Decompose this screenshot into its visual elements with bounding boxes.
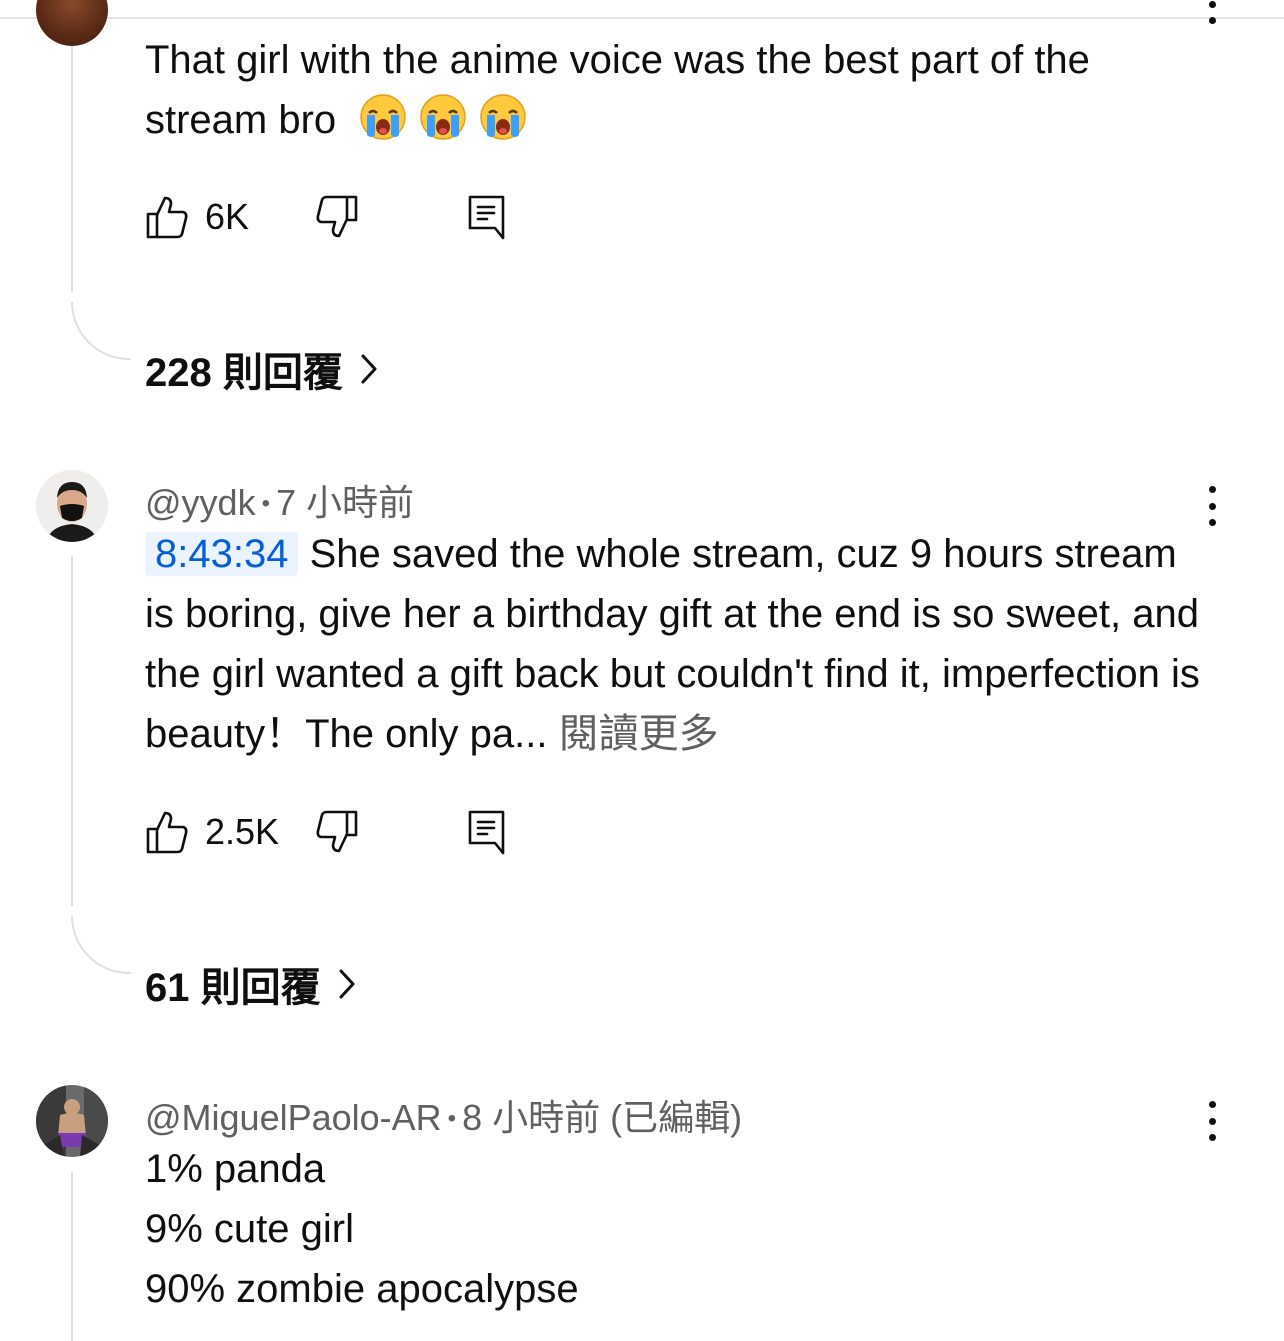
like-count: 6K xyxy=(205,196,250,237)
thread-line xyxy=(71,46,73,292)
comment-actions: 6K xyxy=(145,194,545,242)
read-more-link[interactable]: 閱讀更多 xyxy=(559,712,719,756)
like-icon[interactable] xyxy=(145,809,189,855)
replies-button[interactable]: 61 則回覆 xyxy=(145,955,357,1013)
loudly-crying-face-icon xyxy=(420,94,467,140)
comment-line: 1% panda xyxy=(145,1147,326,1191)
thread-curve xyxy=(71,916,131,974)
dislike-icon[interactable] xyxy=(315,809,359,855)
like-icon[interactable] xyxy=(145,194,189,240)
author-handle[interactable]: @yydk xyxy=(145,482,256,523)
comment-meta: @yydk • 7 小時前 xyxy=(145,474,414,526)
replies-label: 61 則回覆 xyxy=(145,966,321,1010)
replies-button[interactable]: 228 則回覆 xyxy=(145,340,379,398)
dislike-icon[interactable] xyxy=(315,194,359,240)
comment-meta: @MiguelPaolo-AR • 8 小時前 (已編輯) xyxy=(145,1089,742,1141)
more-options-icon[interactable] xyxy=(1192,486,1232,526)
comment-text: 8:43:34 She saved the whole stream, cuz … xyxy=(145,532,1200,756)
avatar[interactable] xyxy=(36,470,108,542)
thread-curve xyxy=(71,302,131,360)
comment-line: 9% cute girl xyxy=(145,1207,354,1251)
reply-icon[interactable] xyxy=(467,194,507,242)
author-handle[interactable]: @MiguelPaolo-AR xyxy=(145,1097,442,1138)
comment-text: 1% panda 9% cute girl 90% zombie apocaly… xyxy=(145,1139,1205,1319)
thread-line xyxy=(71,1172,73,1341)
comment-line: 90% zombie apocalypse xyxy=(145,1267,579,1311)
replies-label: 228 則回覆 xyxy=(145,351,343,395)
like-count: 2.5K xyxy=(205,811,280,852)
loudly-crying-face-icon xyxy=(360,94,407,140)
top-divider xyxy=(0,17,1284,19)
reply-icon[interactable] xyxy=(467,809,507,857)
chevron-right-icon xyxy=(339,969,355,999)
comment-time: 7 小時前 xyxy=(275,482,415,523)
avatar[interactable] xyxy=(36,1085,108,1157)
comment-time: 8 小時前 (已編輯) xyxy=(462,1097,743,1138)
chevron-right-icon xyxy=(361,354,377,384)
loudly-crying-face-icon xyxy=(480,94,527,140)
more-options-icon[interactable] xyxy=(1192,1101,1232,1141)
thread-line xyxy=(71,556,73,906)
separator-dot: • xyxy=(261,490,270,517)
comment-text: That girl with the anime voice was the b… xyxy=(145,38,1090,142)
comment-actions: 2.5K xyxy=(145,809,545,857)
avatar[interactable] xyxy=(36,0,108,46)
emoji-group xyxy=(336,94,527,142)
separator-dot: • xyxy=(447,1105,457,1132)
more-options-icon[interactable] xyxy=(1192,0,1232,24)
timestamp-link[interactable]: 8:43:34 xyxy=(145,532,299,576)
